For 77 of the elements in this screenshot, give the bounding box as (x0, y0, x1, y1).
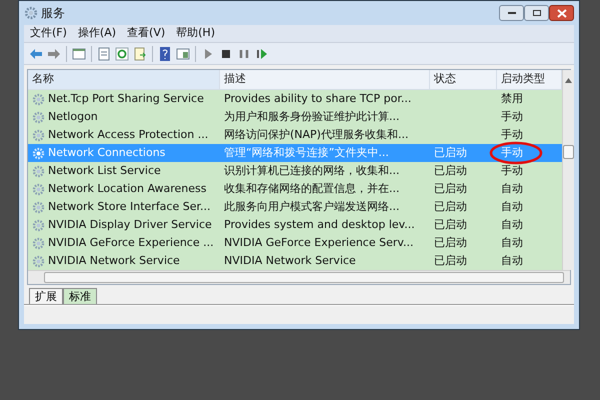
service-name: NVIDIA Network Service (48, 252, 180, 269)
table-row[interactable]: Network Store Interface Ser... 此服务向用户模式客户端发送网络... 已启动 自动 (28, 198, 562, 216)
tab[interactable]: 扩展 (29, 288, 63, 304)
service-name: Network Store Interface Ser... (48, 198, 210, 215)
table-row[interactable]: Network Location Awareness 收集和存储网络的配置信息，并在... 已启动 自动 (28, 180, 562, 198)
scroll-thumb[interactable] (563, 145, 574, 159)
service-name: Netlogon (48, 108, 98, 125)
menu-item[interactable]: 文件(F) (30, 25, 67, 42)
service-name: Network Access Protection ... (48, 126, 208, 143)
gear-icon (32, 182, 45, 196)
service-status: 已启动 (434, 200, 467, 213)
service-description: NVIDIA GeForce Experience Serv... (224, 236, 414, 249)
gear-icon (32, 236, 45, 250)
gear-icon (32, 128, 45, 142)
service-description: 为用户和服务身份验证维护此计算... (224, 110, 400, 123)
gear-icon (32, 200, 45, 214)
gear-icon (32, 164, 45, 178)
column-header[interactable]: 状态 (430, 70, 497, 89)
menu-item[interactable]: 帮助(H) (176, 25, 215, 42)
table-row[interactable]: NVIDIA Network Service NVIDIA Network Service 已启动 自动 (28, 252, 562, 270)
service-status: 已启动 (434, 254, 467, 267)
gear-icon (32, 146, 45, 160)
minimize-button[interactable] (499, 5, 524, 21)
service-status: 已启动 (434, 236, 467, 249)
service-name: Network List Service (48, 162, 161, 179)
service-name: NVIDIA GeForce Experience ... (48, 234, 214, 251)
scroll-thumb[interactable] (44, 272, 564, 283)
startup-type: 手动 (501, 146, 523, 159)
column-header[interactable]: 描述 (220, 70, 430, 89)
service-name: Net.Tcp Port Sharing Service (48, 90, 204, 107)
menu-item[interactable]: 操作(A) (78, 25, 116, 42)
service-description: Provides ability to share TCP por... (224, 92, 412, 105)
close-icon (556, 8, 566, 18)
gear-icon (32, 110, 45, 124)
scroll-up-icon[interactable] (565, 78, 572, 83)
startup-type: 自动 (501, 236, 523, 249)
service-description: 收集和存储网络的配置信息，并在... (224, 182, 400, 195)
window-title: 服务 (41, 5, 65, 22)
startup-type: 自动 (501, 218, 523, 231)
service-description: Provides system and desktop lev... (224, 218, 415, 231)
startup-type: 禁用 (501, 92, 523, 105)
startup-type: 手动 (501, 128, 523, 141)
refresh-icon[interactable] (113, 44, 131, 62)
service-description: 管理“网络和拨号连接”文件夹中... (224, 146, 389, 159)
gear-icon (24, 6, 38, 20)
table-row[interactable]: NVIDIA Display Driver Service Provides system and desktop lev... 已启动 自动 (28, 216, 562, 234)
service-name: NVIDIA Display Driver Service (48, 216, 212, 233)
service-description: 网络访问保护(NAP)代理服务收集和... (224, 128, 408, 141)
table-row[interactable]: Network List Service 识别计算机已连接的网络，收集和... 已启动 手动 (28, 162, 562, 180)
service-description: 此服务向用户模式客户端发送网络... (224, 200, 400, 213)
service-description: 识别计算机已连接的网络，收集和... (224, 164, 400, 177)
gear-icon (32, 254, 45, 268)
startup-type: 手动 (501, 164, 523, 177)
service-status: 已启动 (434, 218, 467, 231)
gear-icon (32, 218, 45, 232)
service-description: NVIDIA Network Service (224, 254, 356, 267)
service-name: Network Connections (48, 144, 166, 161)
service-name: Network Location Awareness (48, 180, 207, 197)
tab[interactable]: 标准 (63, 288, 97, 304)
table-row[interactable]: NVIDIA GeForce Experience ... NVIDIA GeForce Experience Serv... 已启动 自动 (28, 234, 562, 252)
startup-type: 自动 (501, 182, 523, 195)
horizontal-scrollbar[interactable] (28, 270, 570, 284)
service-status: 已启动 (434, 164, 467, 177)
startup-type: 自动 (501, 254, 523, 267)
table-row[interactable]: Net.Tcp Port Sharing Service Provides ability to share TCP por... 禁用 (28, 90, 562, 108)
menu-item[interactable]: 查看(V) (127, 25, 166, 42)
table-row[interactable]: Netlogon 为用户和服务身份验证维护此计算... 手动 (28, 108, 562, 126)
startup-type: 自动 (501, 200, 523, 213)
gear-icon (32, 92, 45, 106)
startup-type: 手动 (501, 110, 523, 123)
close-button[interactable] (549, 5, 574, 21)
column-header[interactable]: 名称 (28, 70, 220, 89)
vertical-scrollbar[interactable] (562, 70, 574, 270)
maximize-button[interactable] (524, 5, 549, 21)
service-status: 已启动 (434, 182, 467, 195)
service-status: 已启动 (434, 146, 467, 159)
table-row[interactable]: Network Access Protection ... 网络访问保护(NAP)代理服务收集和... 手动 (28, 126, 562, 144)
